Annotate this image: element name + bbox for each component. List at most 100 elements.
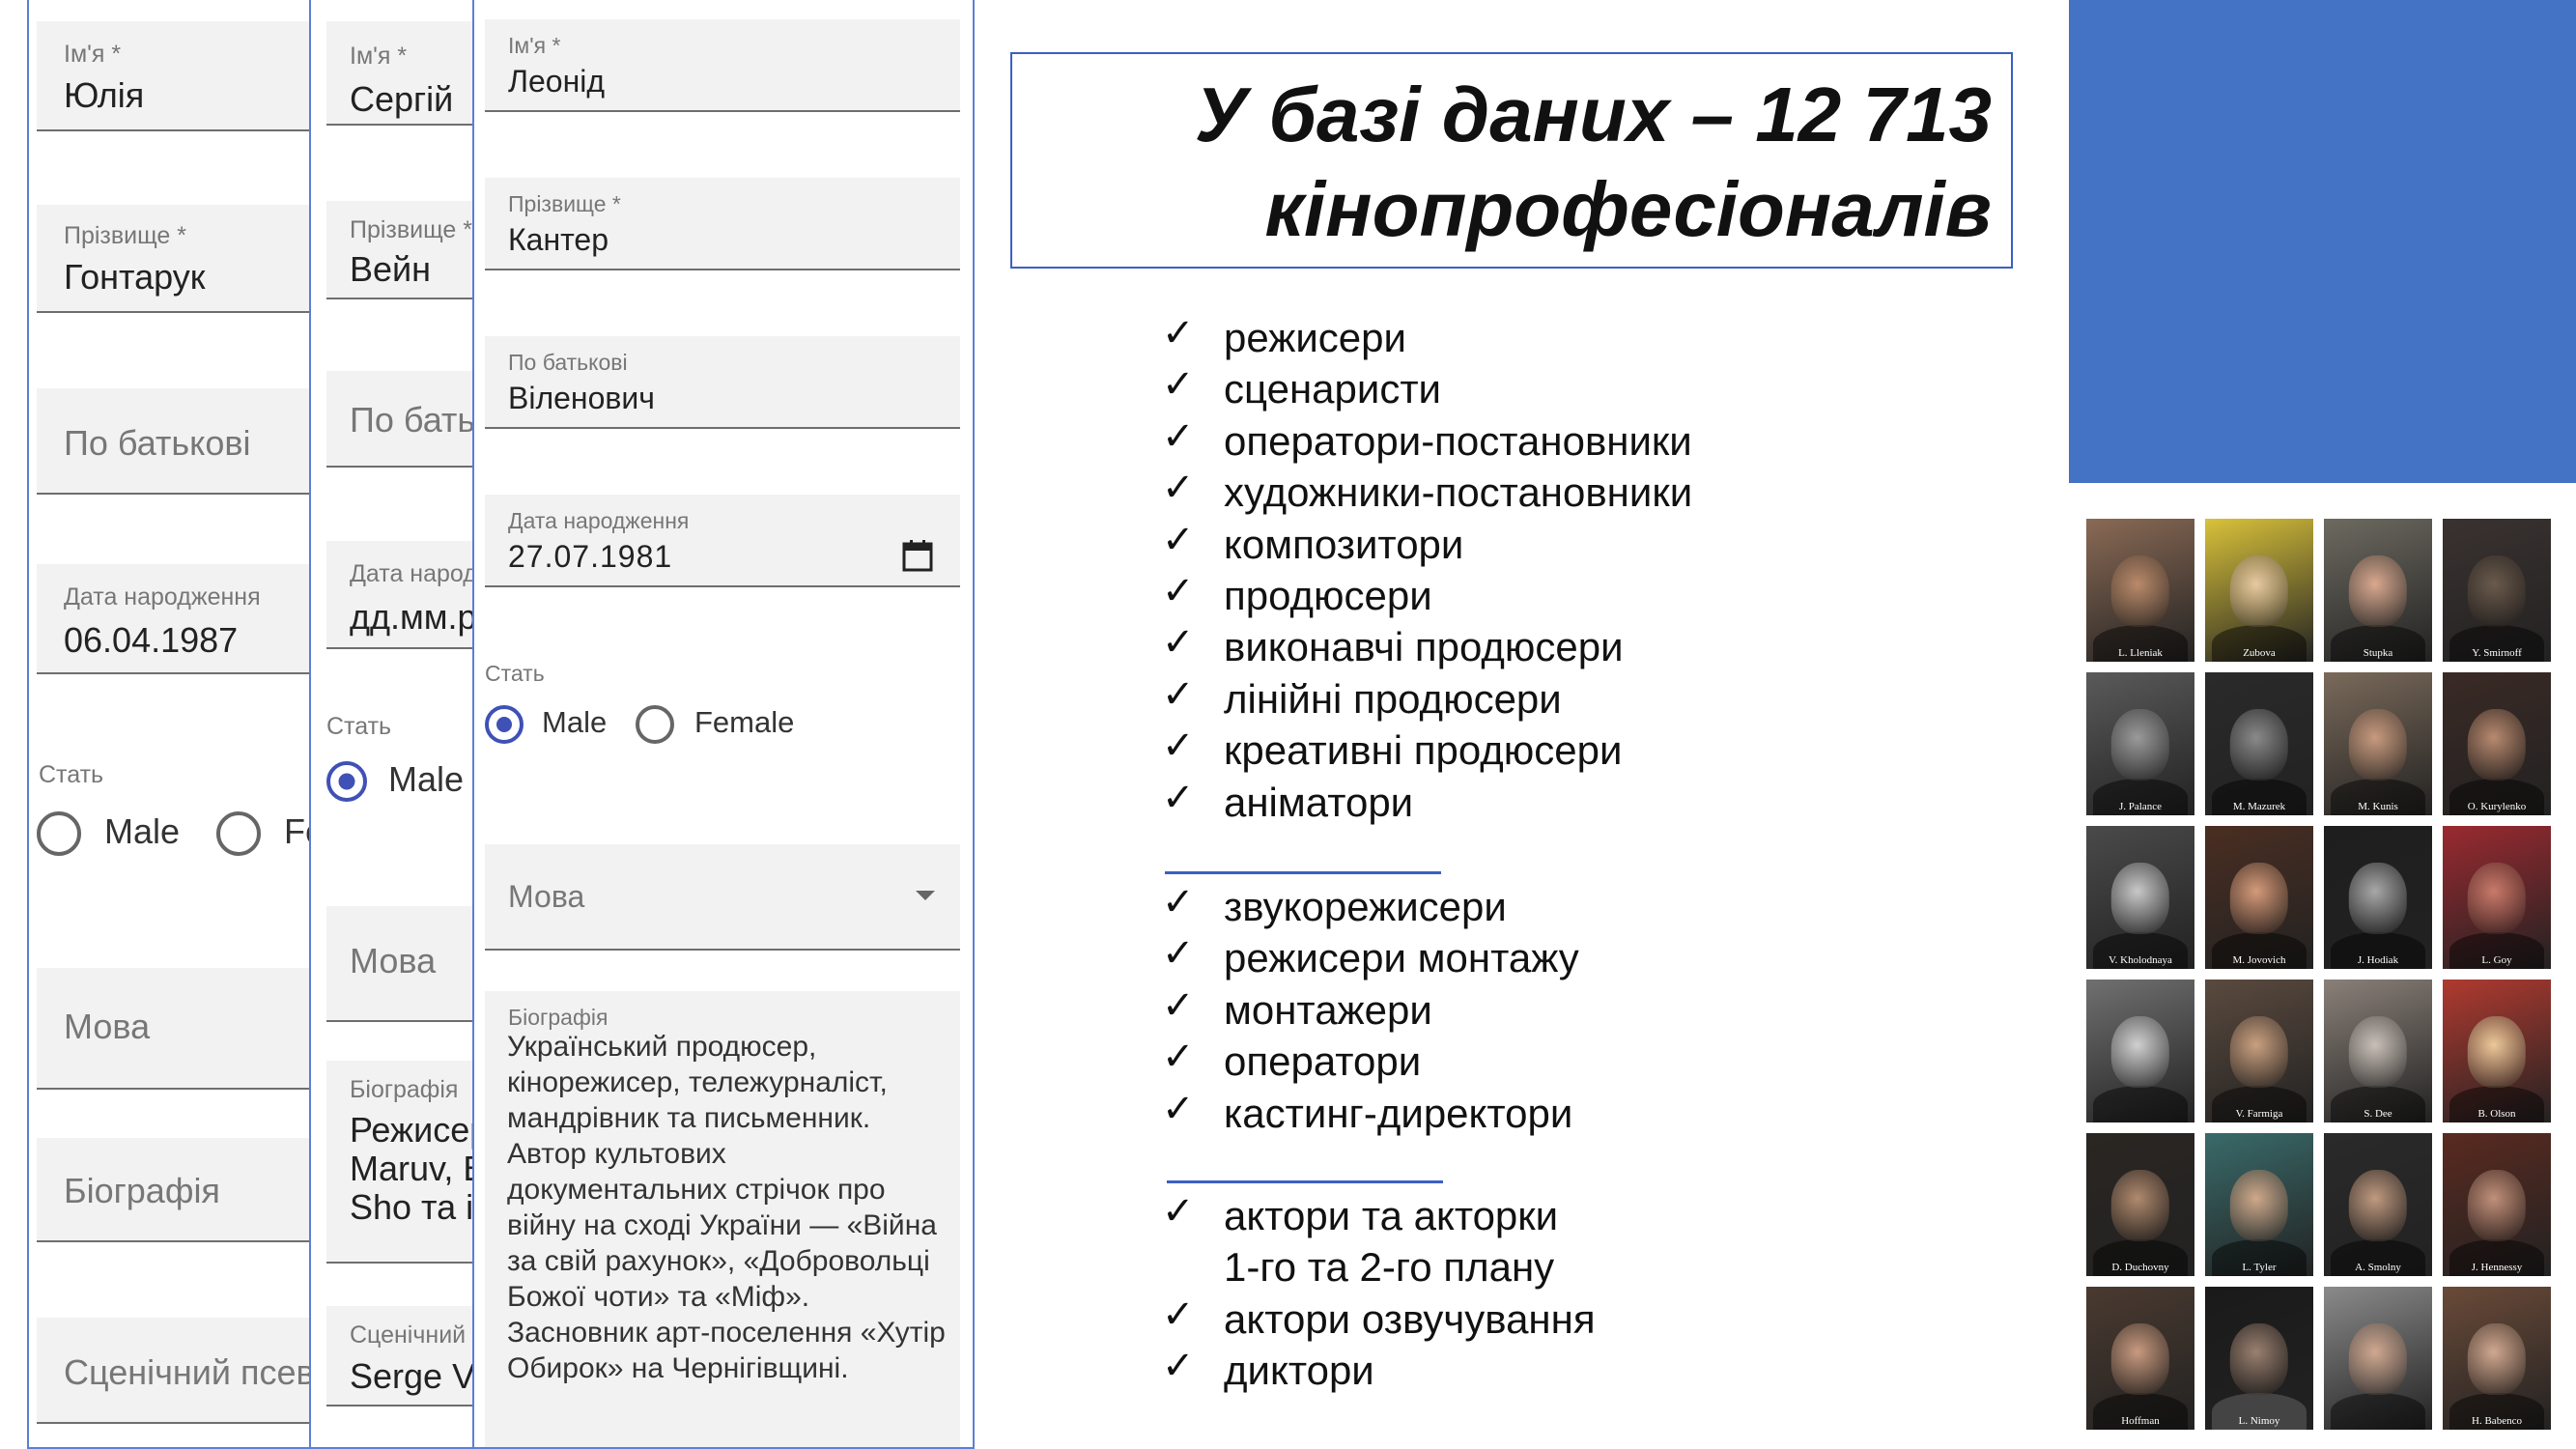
birth-date-field[interactable]: Дата народження 06.04.1987 bbox=[37, 564, 315, 674]
portrait-caption: V. Kholodnaya bbox=[2109, 954, 2172, 966]
portrait-caption: D. Duchovny bbox=[2111, 1262, 2169, 1273]
slide-title: У базі даних – 12 713 кінопрофесіоналів bbox=[1195, 68, 1992, 257]
patronymic-field[interactable]: По батькові bbox=[37, 388, 315, 495]
gender-male-label: Male bbox=[104, 811, 181, 851]
patronymic-placeholder: По батькові bbox=[64, 423, 251, 463]
portrait-photo: B. Olson bbox=[2443, 980, 2551, 1122]
last-name-label: Прізвище * bbox=[508, 191, 621, 216]
language-field[interactable]: Мова bbox=[326, 906, 481, 1022]
portrait-photo: D. Duchovny bbox=[2086, 1133, 2194, 1276]
portrait-photo: M. Jovovich bbox=[2205, 826, 2313, 969]
language-placeholder: Мова bbox=[350, 941, 437, 980]
check-icon: ✓ bbox=[1162, 620, 1195, 666]
first-name-label: Ім'я * bbox=[64, 41, 122, 68]
patronymic-field[interactable]: По батькові Віленович bbox=[485, 336, 960, 429]
check-icon: ✓ bbox=[1162, 1035, 1195, 1080]
registration-form-card-1: Ім'я * Юлія Прізвище * Гонтарук По батьк… bbox=[27, 0, 317, 1449]
check-icon: ✓ bbox=[1162, 466, 1195, 511]
language-select[interactable]: Мова bbox=[485, 844, 960, 951]
first-name-field[interactable]: Ім'я * Юлія bbox=[37, 21, 315, 131]
check-icon: ✓ bbox=[1162, 724, 1195, 769]
portrait-caption: M. Mazurek bbox=[2232, 801, 2286, 812]
portrait-caption: L. Nimoy bbox=[2238, 1415, 2280, 1427]
check-icon: ✓ bbox=[1162, 362, 1195, 408]
gender-label: Стать bbox=[39, 761, 104, 788]
dropdown-arrow-icon[interactable] bbox=[916, 891, 935, 900]
biography-label: Біографія bbox=[508, 1005, 609, 1030]
stage-name-label: Сценічний bbox=[350, 1321, 467, 1349]
gender-female-radio[interactable] bbox=[216, 811, 261, 856]
biography-text: Український продюсер, кінорежисер, тележ… bbox=[507, 1031, 946, 1384]
biography-label: Біографія bbox=[350, 1076, 459, 1103]
birth-date-field[interactable]: Дата народ дд.мм.р bbox=[326, 541, 481, 649]
birth-date-value: 06.04.1987 bbox=[64, 620, 239, 660]
birth-date-label: Дата народження bbox=[64, 583, 261, 611]
portrait-caption: Y. Smirnoff bbox=[2472, 647, 2522, 659]
check-icon: ✓ bbox=[1162, 931, 1195, 977]
gender-female-label: Female bbox=[694, 705, 795, 739]
portrait-caption: M. Kunis bbox=[2358, 801, 2398, 812]
first-name-field[interactable]: Ім'я * Сергій bbox=[326, 21, 481, 126]
language-field[interactable]: Мова bbox=[37, 968, 315, 1090]
check-icon: ✓ bbox=[1162, 671, 1195, 717]
portrait-caption: J. Hodiak bbox=[2357, 954, 2399, 966]
gender-male-radio[interactable] bbox=[485, 705, 524, 744]
biography-line-1: Режисер bbox=[350, 1110, 483, 1150]
check-icon: ✓ bbox=[1162, 1189, 1195, 1234]
gender-female-radio[interactable] bbox=[636, 705, 674, 744]
portrait-caption: L. Goy bbox=[2481, 954, 2512, 966]
portrait-photo: Zubova bbox=[2205, 519, 2313, 662]
patronymic-field[interactable]: По бать bbox=[326, 371, 481, 468]
last-name-field[interactable]: Прізвище * Гонтарук bbox=[37, 205, 315, 313]
portrait-photo bbox=[2086, 980, 2194, 1122]
slide-title-line-2: кінопрофесіоналів bbox=[1264, 166, 1993, 252]
portrait-photo: J. Palance bbox=[2086, 672, 2194, 815]
check-icon: ✓ bbox=[1162, 1086, 1195, 1131]
portrait-caption: V. Farmiga bbox=[2235, 1108, 2283, 1120]
portrait-photo: V. Farmiga bbox=[2205, 980, 2313, 1122]
slide-title-line-1: У базі даних – 12 713 bbox=[1195, 71, 1992, 157]
portrait-caption: Zubova bbox=[2243, 647, 2276, 659]
check-icon: ✓ bbox=[1162, 1344, 1195, 1389]
biography-field[interactable]: Біографія Режисер Maruv, B Sho та ін bbox=[326, 1061, 483, 1264]
gender-male-radio[interactable] bbox=[326, 761, 367, 802]
portrait-photo: O. Kurylenko bbox=[2443, 672, 2551, 815]
portrait-photo: S. Dee bbox=[2324, 980, 2432, 1122]
check-icon: ✓ bbox=[1162, 775, 1195, 820]
portrait-caption: H. Babenco bbox=[2472, 1415, 2522, 1427]
group-divider-2 bbox=[1167, 1180, 1443, 1183]
first-name-value: Леонід bbox=[508, 64, 606, 99]
last-name-field[interactable]: Прізвище * Кантер bbox=[485, 178, 960, 270]
stage-name-field[interactable]: Сценічний псев bbox=[37, 1318, 315, 1424]
birth-date-value: 27.07.1981 bbox=[508, 539, 673, 574]
stage-name-value: Serge Va bbox=[350, 1356, 483, 1396]
last-name-label: Прізвище * bbox=[350, 216, 473, 243]
last-name-value: Гонтарук bbox=[64, 257, 206, 297]
biography-placeholder: Біографія bbox=[64, 1171, 220, 1210]
birth-date-field[interactable]: Дата народження 27.07.1981 bbox=[485, 495, 960, 587]
gender-label: Стать bbox=[485, 661, 545, 686]
last-name-value: Кантер bbox=[508, 222, 609, 257]
portrait-photo: V. Kholodnaya bbox=[2086, 826, 2194, 969]
biography-field[interactable]: Біографія bbox=[37, 1138, 315, 1242]
first-name-value: Юлія bbox=[64, 75, 145, 115]
last-name-field[interactable]: Прізвище * Вейн bbox=[326, 201, 481, 299]
gender-male-label: Male bbox=[542, 705, 608, 739]
language-placeholder: Мова bbox=[64, 1007, 151, 1046]
portrait-caption: A. Smolny bbox=[2355, 1262, 2401, 1273]
check-icon: ✓ bbox=[1162, 1292, 1195, 1337]
calendar-icon[interactable] bbox=[902, 539, 933, 577]
stage-name-field[interactable]: Сценічний Serge Va bbox=[326, 1306, 483, 1406]
first-name-field[interactable]: Ім'я * Леонід bbox=[485, 19, 960, 112]
portrait-photo: Stupka bbox=[2324, 519, 2432, 662]
portrait-photo: A. Smolny bbox=[2324, 1133, 2432, 1276]
check-icon: ✓ bbox=[1162, 413, 1195, 459]
portrait-photo: L. Goy bbox=[2443, 826, 2551, 969]
portrait-caption: B. Olson bbox=[2477, 1108, 2516, 1120]
portrait-photo: J. Hodiak bbox=[2324, 826, 2432, 969]
portrait-photo: L. Nimoy bbox=[2205, 1287, 2313, 1430]
portrait-caption: J. Hennessy bbox=[2471, 1262, 2523, 1273]
biography-line-2: Maruv, B bbox=[350, 1149, 483, 1188]
portrait-caption: L. Lleniak bbox=[2118, 647, 2163, 659]
gender-male-radio[interactable] bbox=[37, 811, 81, 856]
